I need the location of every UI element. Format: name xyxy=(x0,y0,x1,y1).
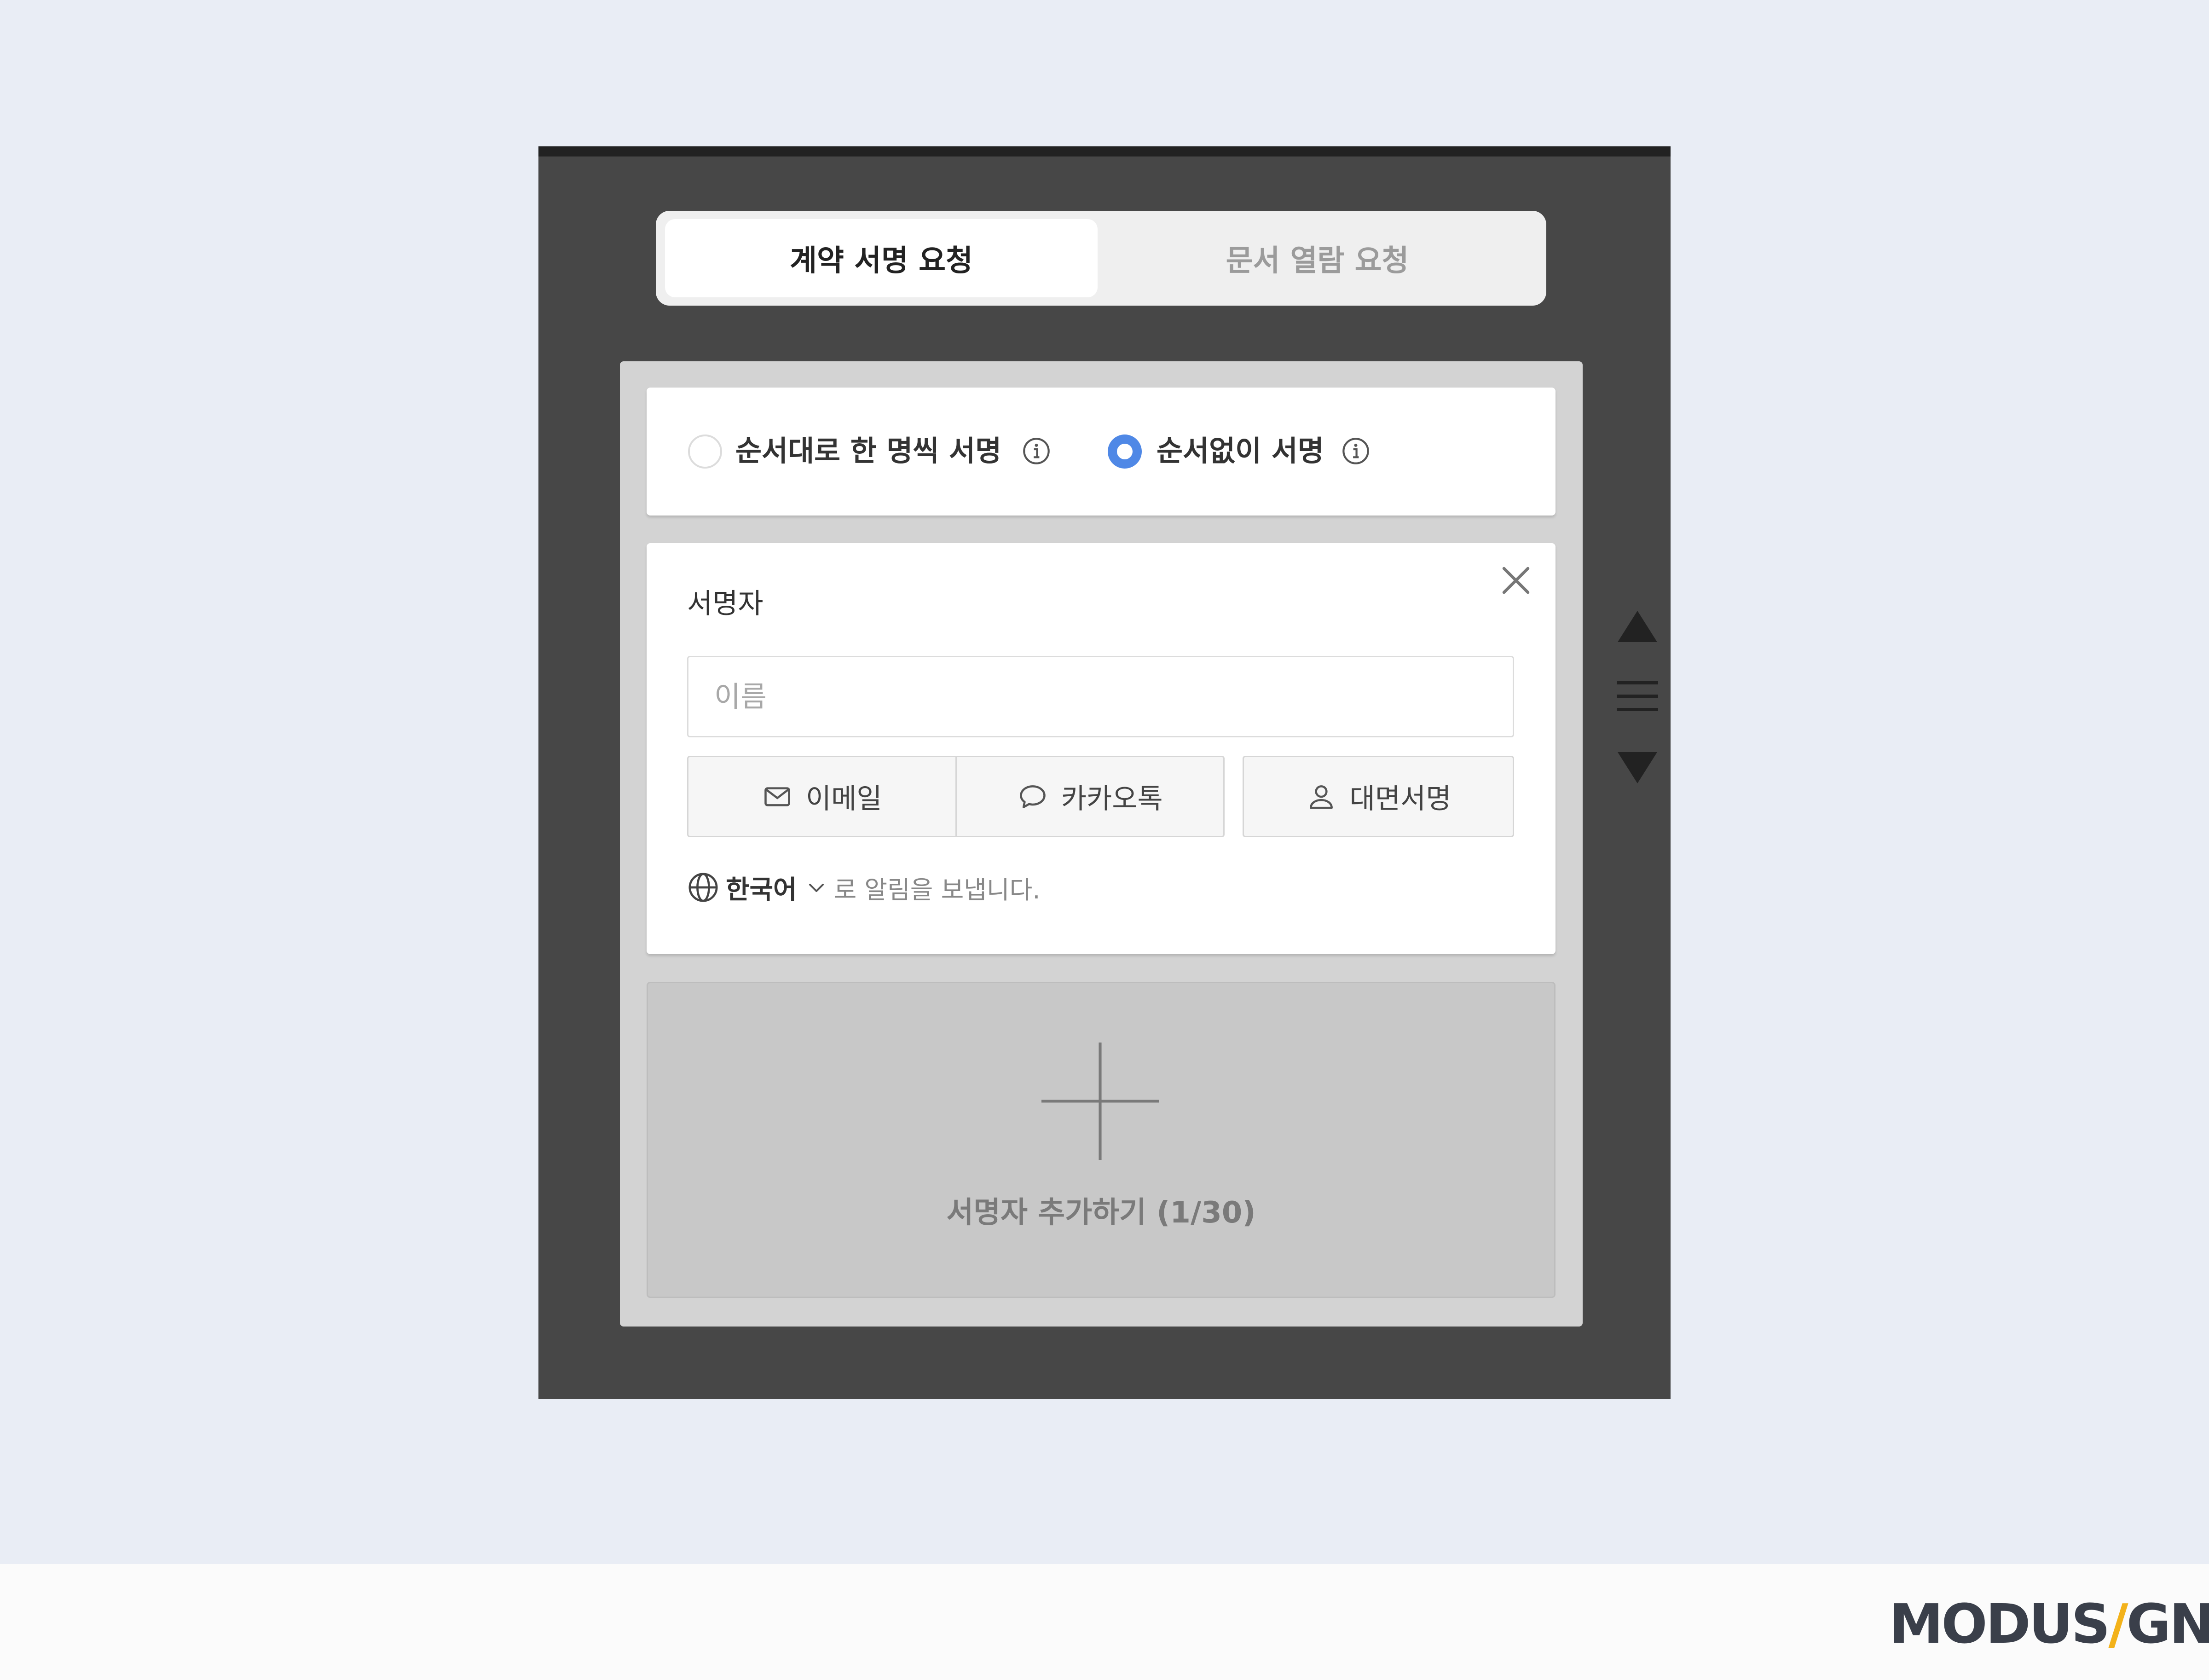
notification-text: 로 알림을 보냅니다. xyxy=(833,875,1041,904)
chat-bubble-icon xyxy=(1020,785,1046,808)
globe-icon xyxy=(688,873,718,902)
info-icon[interactable] xyxy=(1022,436,1051,466)
language-select[interactable]: 한국어 xyxy=(726,869,797,906)
plus-icon xyxy=(1041,1043,1159,1160)
chevron-down-icon[interactable] xyxy=(805,876,827,898)
add-signer-label: 서명자 추가하기 (1/30) xyxy=(946,1196,1256,1230)
radio-selected-dot xyxy=(1117,444,1133,459)
tab-contract-signing[interactable]: 계약 서명 요청 xyxy=(665,219,1098,297)
signer-name-input[interactable] xyxy=(687,656,1514,737)
email-method-button[interactable]: 이메일 xyxy=(688,757,955,836)
triangle-down-icon[interactable] xyxy=(1617,751,1658,784)
notification-method-group: 이메일 카카오톡 xyxy=(687,756,1225,837)
brand-logo-slash: / xyxy=(2108,1592,2128,1656)
brand-logo-part1: MODUS xyxy=(1889,1592,2110,1656)
footer xyxy=(0,1564,2209,1680)
drag-handle-icon[interactable] xyxy=(1617,680,1658,713)
language-row: 한국어 로 알림을 보냅니다. xyxy=(687,869,1041,906)
in-person-signing-label: 대면서명 xyxy=(1349,783,1451,815)
signer-title: 서명자 xyxy=(687,588,763,620)
email-method-label: 이메일 xyxy=(805,783,882,815)
tab-document-viewing[interactable]: 문서 열람 요청 xyxy=(1098,219,1537,297)
in-person-signing-button[interactable]: 대면서명 xyxy=(1243,756,1514,837)
radio-sequential-signing[interactable] xyxy=(688,434,722,469)
unordered-signing-label[interactable]: 순서없이 서명 xyxy=(1157,433,1324,469)
brand-logo: MODUS/GN xyxy=(1889,1592,2209,1656)
envelope-icon xyxy=(764,787,790,806)
info-icon[interactable] xyxy=(1341,436,1371,466)
kakao-method-label: 카카오톡 xyxy=(1061,783,1163,815)
sequential-signing-label[interactable]: 순서대로 한 명씩 서명 xyxy=(735,433,1001,469)
brand-logo-part2: GN xyxy=(2126,1592,2209,1656)
panel-top-bar xyxy=(538,146,1671,156)
kakao-method-button[interactable]: 카카오톡 xyxy=(955,757,1224,836)
user-icon xyxy=(1309,785,1333,809)
triangle-up-icon[interactable] xyxy=(1617,610,1658,643)
close-icon[interactable] xyxy=(1498,562,1534,598)
